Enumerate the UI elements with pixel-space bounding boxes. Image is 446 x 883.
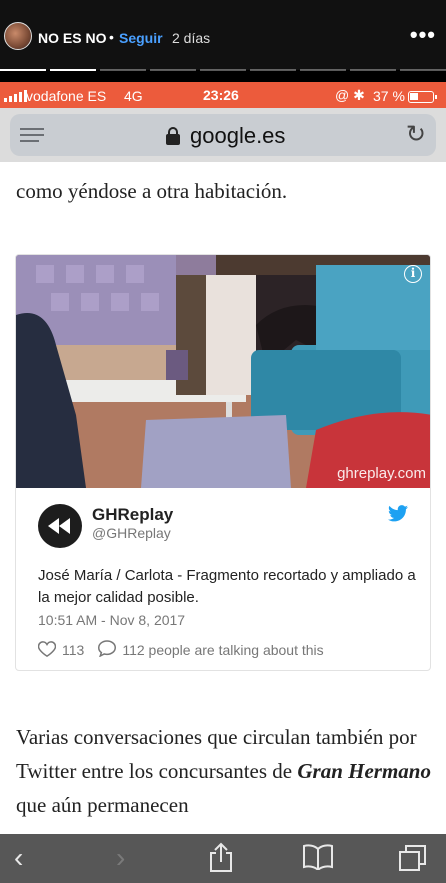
- network-label: 4G: [124, 88, 143, 104]
- talking-count[interactable]: 112 people are talking about this: [122, 642, 323, 658]
- bookmarks-icon[interactable]: [302, 844, 334, 875]
- like-count[interactable]: 113: [62, 642, 84, 658]
- separator-dot: •: [109, 29, 114, 45]
- tweet-timestamp[interactable]: 10:51 AM - Nov 8, 2017: [38, 612, 185, 628]
- tweet-actions: 113 112 people are talking about this: [37, 640, 324, 660]
- story-header: NO ES NO • Seguir 2 días •••: [0, 0, 446, 72]
- back-icon[interactable]: ‹: [14, 844, 23, 872]
- article-content: como yéndose a otra habitación. i ghrepl…: [0, 162, 446, 834]
- browser-toolbar: ‹ ›: [0, 834, 446, 883]
- status-icons: @ ✱: [335, 87, 365, 103]
- story-timestamp: 2 días: [172, 30, 211, 46]
- url-text[interactable]: google.es: [190, 123, 285, 149]
- heart-icon[interactable]: [37, 640, 57, 660]
- follow-button[interactable]: Seguir: [119, 30, 163, 46]
- embedded-tweet[interactable]: i ghreplay.com GHReplay @GHReplay José M…: [15, 254, 431, 671]
- reader-view-icon[interactable]: [20, 128, 44, 144]
- avatar[interactable]: [4, 22, 32, 50]
- clock: 23:26: [203, 87, 239, 103]
- tweet-author-avatar[interactable]: [38, 504, 82, 548]
- more-options-icon[interactable]: •••: [410, 22, 436, 48]
- battery-percentage: 37 %: [373, 88, 405, 104]
- tabs-icon[interactable]: [398, 844, 428, 877]
- forward-icon[interactable]: ›: [116, 844, 125, 872]
- share-icon[interactable]: [208, 842, 234, 877]
- tweet-video-thumbnail[interactable]: i ghreplay.com: [16, 255, 430, 488]
- browser-address-area: google.es ↻: [0, 108, 446, 162]
- reload-icon[interactable]: ↻: [406, 123, 426, 147]
- tweet-author-name[interactable]: GHReplay: [92, 505, 173, 525]
- video-watermark: ghreplay.com: [337, 465, 426, 482]
- info-icon[interactable]: i: [404, 265, 422, 283]
- phone-status-bar: vodafone ES 4G 23:26 @ ✱ 37 %: [0, 82, 446, 108]
- signal-icon: [4, 90, 27, 102]
- story-username[interactable]: NO ES NO: [38, 30, 106, 46]
- carrier-label: vodafone ES: [26, 88, 107, 104]
- lock-icon: [166, 127, 180, 145]
- article-paragraph: Varias conversaciones que circulan tambi…: [16, 725, 431, 817]
- battery-icon: [408, 91, 437, 103]
- comment-icon[interactable]: [98, 640, 117, 660]
- twitter-bird-icon[interactable]: [388, 505, 408, 527]
- article-paragraph: como yéndose a otra habitación.: [16, 179, 288, 203]
- story-progress-bar: [0, 69, 446, 72]
- tweet-author-handle[interactable]: @GHReplay: [92, 525, 171, 541]
- show-name: Gran Hermano: [297, 759, 431, 783]
- tweet-body: José María / Carlota - Fragmento recorta…: [38, 567, 416, 606]
- address-bar[interactable]: google.es ↻: [10, 114, 436, 156]
